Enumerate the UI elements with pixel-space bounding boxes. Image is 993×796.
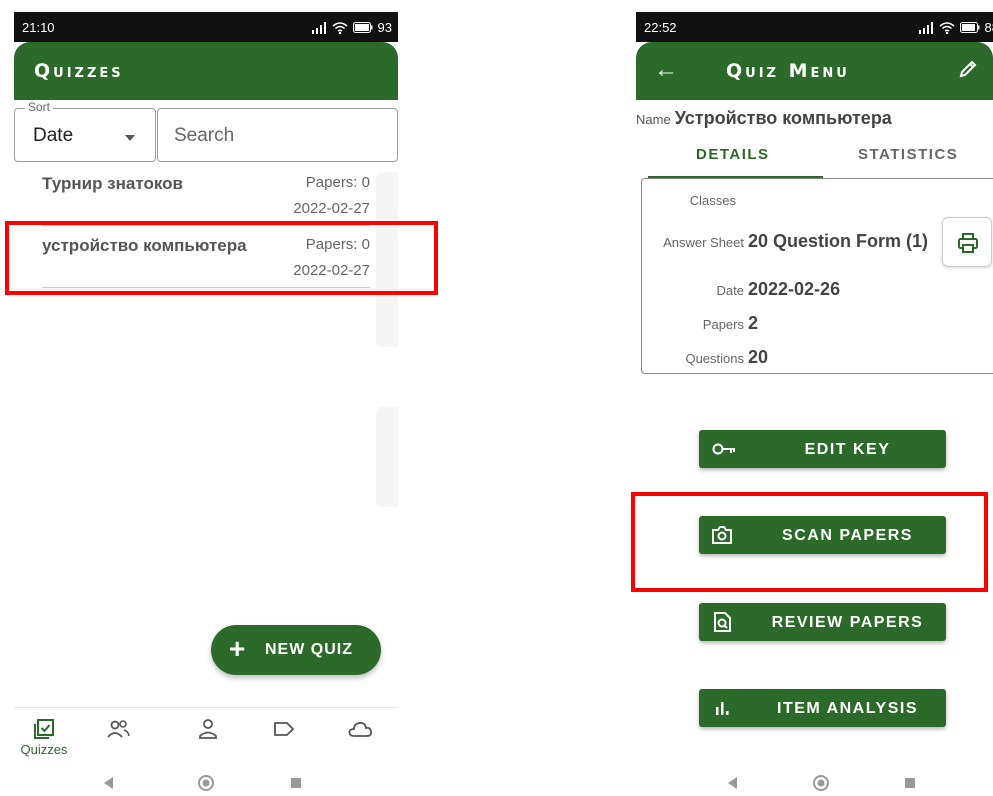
nav-students[interactable]: [94, 718, 142, 762]
sort-dropdown[interactable]: Sort Date: [14, 100, 156, 162]
papers-label: Papers: [702, 317, 744, 332]
system-nav-bar: [14, 772, 398, 796]
wifi-icon: [939, 21, 955, 34]
tab-bar: DETAILS STATISTICS: [636, 142, 993, 179]
details-card: Classes Answer Sheet 20 Question Form (1…: [641, 178, 993, 374]
status-time: 21:10: [22, 20, 55, 35]
search-input[interactable]: [174, 123, 374, 149]
nav-tags[interactable]: [260, 718, 308, 762]
review-icon: [714, 612, 731, 632]
signal-icon: [918, 21, 933, 34]
print-icon: [958, 233, 978, 253]
item-analysis-label: ITEM ANALYSIS: [777, 700, 918, 717]
edit-key-label: EDIT KEY: [804, 441, 891, 458]
status-time: 22:52: [644, 20, 677, 35]
answer-sheet-label: Answer Sheet: [663, 235, 744, 250]
quiz-papers-count: Papers: 0: [305, 174, 370, 191]
quizzes-screen: 21:10 93 Quizzes Sort Date Турнир знаток…: [14, 12, 398, 796]
highlight-scan-papers: [631, 492, 988, 592]
detail-questions: Questions 20: [642, 343, 993, 373]
key-icon: [712, 443, 735, 455]
status-icons: 93: [311, 20, 392, 35]
page-title: Quiz Menu: [726, 60, 850, 82]
wifi-icon: [332, 21, 348, 34]
cloud-icon: [348, 721, 373, 737]
home-circle-icon[interactable]: [197, 774, 215, 792]
item-analysis-button[interactable]: ITEM ANALYSIS: [699, 689, 946, 727]
chevron-down-icon: [125, 135, 135, 141]
recents-square-icon[interactable]: [904, 777, 916, 789]
detail-papers: Papers 2: [642, 309, 993, 339]
questions-value: 20: [748, 347, 769, 367]
tab-statistics[interactable]: STATISTICS: [858, 146, 958, 163]
detail-answer-sheet: Answer Sheet 20 Question Form (1): [642, 227, 993, 257]
battery-icon: [959, 22, 980, 33]
back-triangle-icon[interactable]: [726, 776, 738, 790]
back-arrow-icon[interactable]: ←: [654, 56, 678, 84]
tab-details[interactable]: DETAILS: [696, 146, 770, 163]
highlight-quiz-row: [5, 221, 438, 295]
battery-level: 93: [377, 20, 392, 35]
battery-icon: [352, 22, 373, 33]
plus-icon: +: [229, 633, 246, 664]
back-triangle-icon[interactable]: [102, 776, 114, 790]
quiz-name: Name Устройство компьютера: [636, 108, 892, 129]
new-quiz-button[interactable]: + NEW QUIZ: [211, 625, 381, 675]
date-value: 2022-02-26: [748, 279, 841, 299]
quiz-date: 2022-02-27: [293, 200, 370, 217]
status-icons: 88: [918, 20, 993, 35]
quiz-title: Турнир знатоков: [42, 174, 183, 193]
nav-quizzes-label: Quizzes: [20, 742, 68, 757]
status-bar: 21:10 93: [14, 12, 398, 42]
classes-label: Classes: [689, 193, 736, 208]
battery-level: 88: [984, 20, 993, 35]
edit-pencil-icon[interactable]: [957, 58, 979, 80]
person-icon: [199, 719, 217, 739]
detail-classes: Classes: [642, 185, 993, 215]
sort-value: Date: [33, 125, 74, 146]
new-quiz-label: NEW QUIZ: [265, 641, 353, 658]
nav-profile[interactable]: [184, 718, 232, 762]
quizzes-icon: [34, 719, 54, 739]
search-field[interactable]: [157, 108, 398, 162]
answer-sheet-value: 20 Question Form (1): [748, 231, 929, 251]
quiz-name-label: Name: [636, 112, 671, 127]
bar-chart-icon: [716, 702, 729, 715]
quiz-menu-screen: 22:52 88 ← Quiz Menu NameУстройство комп…: [636, 12, 993, 796]
app-bar: ← Quiz Menu: [636, 42, 993, 100]
home-circle-icon[interactable]: [812, 774, 830, 792]
scroll-shadow: [376, 407, 398, 507]
app-bar: Quizzes: [14, 42, 398, 100]
bottom-navigation: Quizzes: [14, 707, 398, 771]
quiz-name-value: Устройство компьютера: [674, 108, 892, 128]
review-papers-button[interactable]: REVIEW PAPERS: [699, 603, 946, 641]
detail-date: Date 2022-02-26: [642, 275, 993, 305]
date-label: Date: [716, 283, 744, 298]
questions-label: Questions: [685, 351, 744, 366]
review-papers-label: REVIEW PAPERS: [771, 614, 924, 631]
system-nav-bar: [636, 772, 993, 796]
recents-square-icon[interactable]: [290, 777, 302, 789]
papers-value: 2: [748, 313, 759, 333]
sort-label: Sort: [25, 100, 54, 114]
nav-cloud[interactable]: [336, 718, 384, 762]
page-title: Quizzes: [34, 60, 124, 82]
signal-icon: [311, 21, 326, 34]
edit-key-button[interactable]: EDIT KEY: [699, 430, 946, 468]
screenshot-stage: 21:10 93 Quizzes Sort Date Турнир знаток…: [0, 0, 993, 796]
status-bar: 22:52 88: [636, 12, 993, 42]
label-icon: [274, 722, 295, 736]
people-icon: [107, 720, 130, 738]
quiz-list-item[interactable]: Турнир знатоков Papers: 0 2022-02-27: [42, 164, 370, 226]
print-button[interactable]: [942, 217, 992, 267]
nav-quizzes[interactable]: Quizzes: [20, 718, 68, 762]
